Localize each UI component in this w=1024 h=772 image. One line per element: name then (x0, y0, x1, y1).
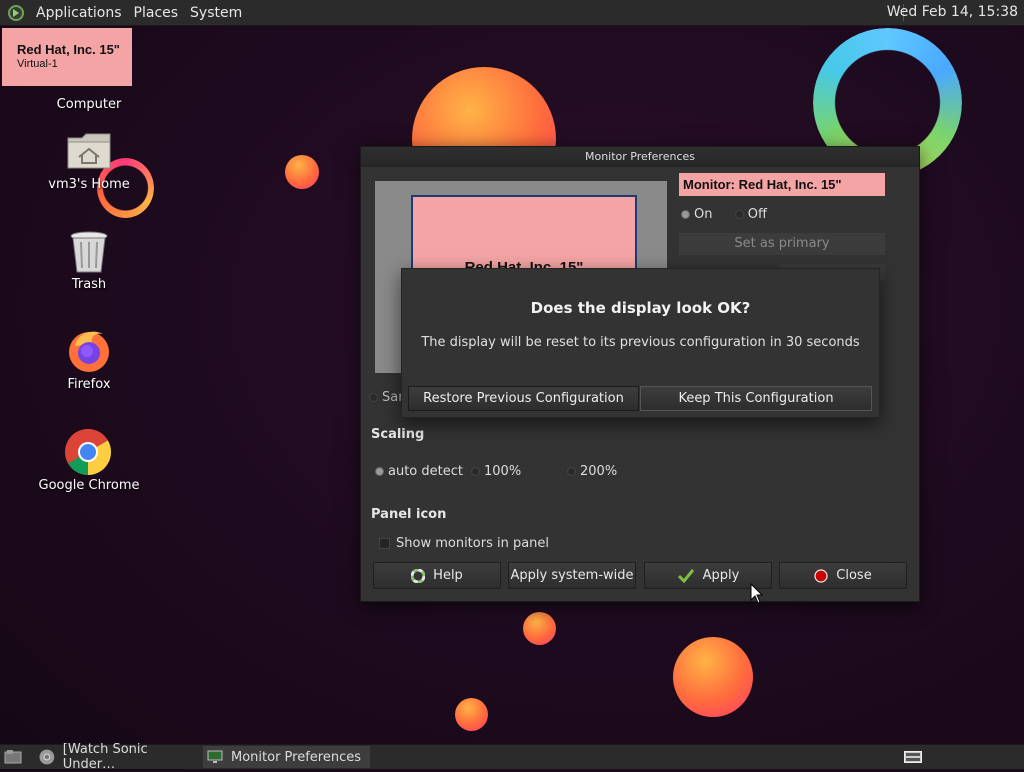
osd-output-name: Virtual-1 (17, 58, 58, 70)
window-title[interactable]: Monitor Preferences (361, 147, 919, 167)
power-radio-group: On Off (681, 207, 767, 222)
firefox-icon (69, 331, 109, 372)
desktop-icon-trash[interactable]: Trash (19, 228, 159, 294)
close-stop-icon (814, 568, 828, 583)
menu-places[interactable]: Places (128, 5, 185, 21)
off-radio[interactable] (734, 210, 744, 219)
desktop-icon-label: Google Chrome (38, 478, 140, 493)
monitor-name-label: Monitor: Red Hat, Inc. 15" (679, 173, 885, 196)
clock[interactable]: Wed Feb 14, 15:38 (887, 4, 1018, 20)
help-lifebuoy-icon (411, 568, 426, 583)
monitor-preview-box[interactable]: Red Hat, Inc. 15" (411, 195, 637, 276)
confirm-display-dialog: Does the display look OK? The display wi… (401, 268, 880, 418)
show-monitors-checkbox[interactable] (379, 538, 390, 549)
apply-system-wide-label: Apply system-wide (510, 568, 634, 583)
desktop-icon-label: Trash (71, 277, 107, 292)
scale-auto-radio[interactable] (375, 467, 384, 476)
scale-200[interactable]: 200% (567, 464, 617, 479)
show-monitors-option[interactable]: Show monitors in panel (379, 536, 549, 551)
bottom-taskbar: [Watch Sonic Under… Monitor Preferences (0, 742, 1024, 772)
scale-200-radio[interactable] (567, 467, 576, 476)
off-label: Off (747, 207, 767, 222)
restore-previous-button[interactable]: Restore Previous Configuration (408, 386, 639, 411)
menu-applications[interactable]: Applications (30, 5, 128, 21)
checkmark-icon (677, 568, 695, 584)
apply-system-wide-button[interactable]: Apply system-wide (508, 562, 636, 589)
dialog-title: Does the display look OK? (530, 299, 751, 317)
monitor-osd-label: Red Hat, Inc. 15" Virtual-1 (2, 28, 132, 86)
keep-configuration-button[interactable]: Keep This Configuration (640, 386, 872, 411)
same-image-option[interactable]: Sar (369, 390, 404, 405)
help-button[interactable]: Help (373, 562, 501, 589)
decor-ball-small (455, 698, 488, 731)
taskbar-item-browser[interactable]: [Watch Sonic Under… (36, 742, 202, 772)
on-radio[interactable] (681, 210, 690, 219)
dialog-message: The display will be reset to its previou… (421, 335, 860, 350)
chrome-icon (39, 749, 55, 765)
home-folder-icon (67, 133, 111, 169)
close-button[interactable]: Close (779, 562, 907, 589)
desktop-icon-chrome[interactable]: Google Chrome (19, 427, 159, 495)
show-monitors-label: Show monitors in panel (396, 536, 550, 551)
decor-ball-medium (673, 637, 753, 717)
taskbar-item-label: Monitor Preferences (231, 749, 362, 765)
scaling-title: Scaling (371, 427, 425, 442)
show-desktop-icon (4, 750, 22, 764)
top-panel: Applications Places System Wed Feb 14, 1… (0, 0, 1024, 26)
scale-auto-label: auto detect (388, 464, 463, 479)
on-label: On (694, 207, 713, 222)
desktop-icon-label: vm3's Home (48, 177, 130, 192)
desktop-icon-firefox[interactable]: Firefox (19, 326, 159, 394)
scale-100[interactable]: 100% (471, 464, 521, 479)
menu-system[interactable]: System (184, 5, 248, 21)
set-primary-button[interactable]: Set as primary (679, 233, 885, 255)
distro-logo-icon[interactable] (8, 4, 24, 21)
desktop-icon-home[interactable]: vm3's Home (19, 128, 159, 194)
close-label: Close (836, 568, 872, 583)
same-image-radio[interactable] (369, 393, 378, 402)
scale-100-label: 100% (484, 464, 522, 479)
help-label: Help (433, 568, 463, 583)
workspace-switcher[interactable] (902, 746, 924, 768)
monitor-icon (207, 750, 223, 763)
decor-ball-small (523, 612, 556, 645)
show-desktop-button[interactable] (2, 746, 24, 768)
mouse-cursor-icon (750, 583, 764, 604)
panel-icon-title: Panel icon (371, 507, 447, 522)
scale-100-radio[interactable] (471, 467, 480, 476)
osd-monitor-name: Red Hat, Inc. 15" (17, 42, 120, 57)
desktop-icon-label: Firefox (67, 377, 111, 392)
apply-label: Apply (702, 568, 740, 583)
scale-auto[interactable]: auto detect (375, 464, 463, 479)
workspace-icon (904, 751, 922, 763)
scale-200-label: 200% (580, 464, 618, 479)
trash-icon (70, 231, 108, 273)
desktop-icon-label: Computer (56, 97, 122, 112)
desktop-icon-computer[interactable]: Computer (19, 86, 159, 116)
chrome-icon (65, 429, 111, 475)
taskbar-item-monitor-preferences[interactable]: Monitor Preferences (203, 746, 370, 768)
decor-ball-small (285, 155, 319, 189)
